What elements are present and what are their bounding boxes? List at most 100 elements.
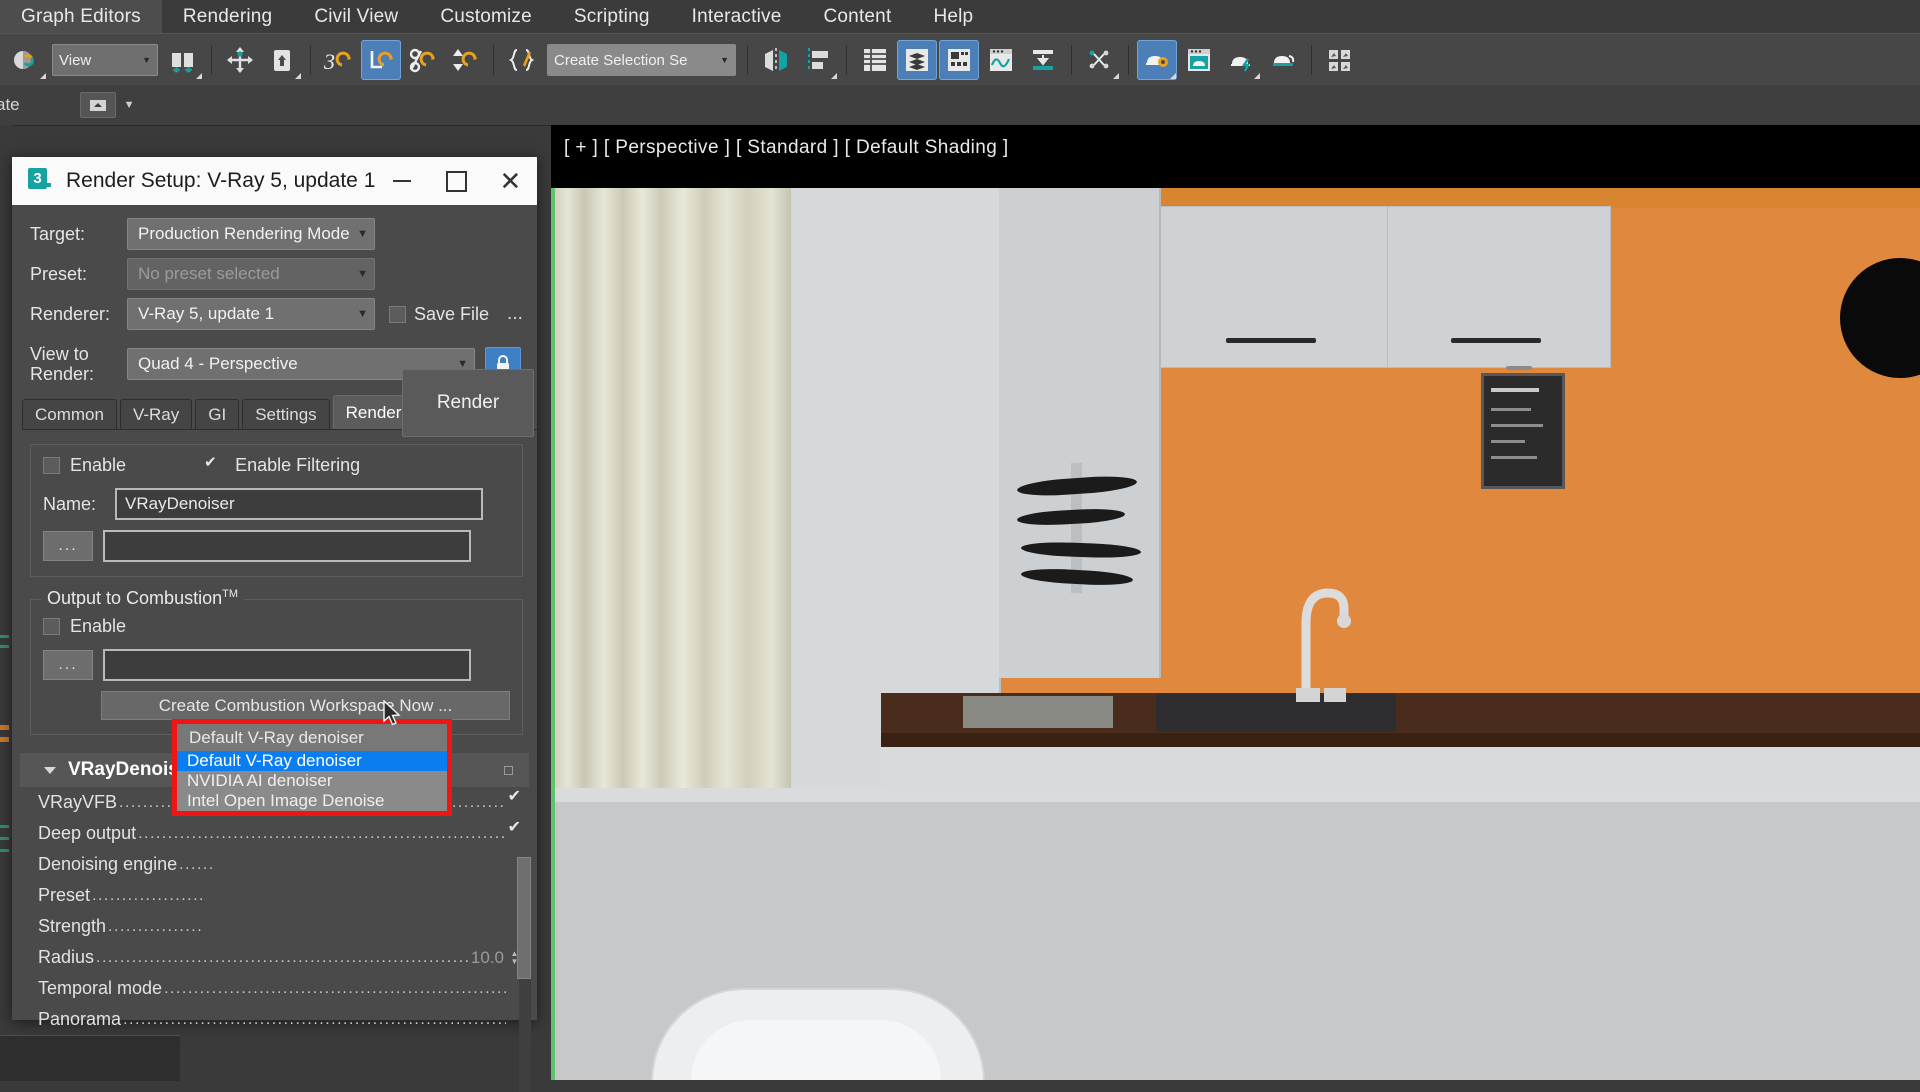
create-combustion-workspace-button[interactable]: Create Combustion Workspace Now ... [101,691,510,720]
menu-item-scripting[interactable]: Scripting [553,0,671,33]
render-setup-dialog: 3 Render Setup: V-Ray 5, update 1 ✕ Targ… [12,157,537,1020]
combustion-path-input[interactable] [103,649,471,681]
tab-vray[interactable]: V-Ray [120,399,192,429]
ribbon-icon[interactable] [939,40,979,80]
chevron-down-icon: ▼ [357,228,368,240]
render-production-icon[interactable] [1263,40,1303,80]
percent-snap-icon[interactable] [403,40,443,80]
select-and-place-icon[interactable] [262,40,302,80]
tab-common[interactable]: Common [22,399,117,429]
open-asset-tracking-icon[interactable] [1320,40,1360,80]
enable-filtering-label: Enable Filtering [235,455,360,476]
param-row-strength[interactable]: Strength ................ [12,911,537,942]
view-to-render-label: View to Render: [30,344,127,384]
maximize-icon[interactable] [429,157,483,205]
menu-item-rendering[interactable]: Rendering [162,0,293,33]
target-dropdown[interactable]: Production Rendering Mode ▼ [127,218,375,250]
triangle-down-icon [44,767,56,774]
preset-dropdown[interactable]: No preset selected ▼ [127,258,375,290]
element-enable-checkbox[interactable] [43,457,60,474]
layer-explorer-icon[interactable] [855,40,895,80]
enable-filtering-checkbox[interactable] [204,458,219,473]
menu-item-interactive[interactable]: Interactive [671,0,803,33]
upper-cabinet-right [1387,206,1611,368]
perspective-viewport[interactable]: [ + ] [ Perspective ] [ Standard ] [ Def… [551,125,1920,1080]
select-and-scale-icon[interactable] [361,40,401,80]
cabinet-handle [1226,338,1316,343]
param-label: Temporal mode [38,978,162,999]
named-selection-sets-icon[interactable] [502,40,542,80]
element-path-input[interactable] [103,530,471,562]
tab-settings[interactable]: Settings [242,399,329,429]
element-name-input[interactable]: VRayDenoiser [115,488,483,520]
layer-dropdown-icon[interactable] [80,92,116,118]
save-file-browse-button[interactable]: ... [507,303,523,325]
menu-item-graph-editors[interactable]: Graph Editors [0,0,162,33]
rendered-frame-window-icon[interactable] [1221,40,1261,80]
chevron-down-icon: ▼ [142,55,151,65]
material-editor-icon[interactable] [1137,40,1177,80]
dropdown-option-nvidia-ai-denoiser[interactable]: NVIDIA AI denoiser [177,771,447,791]
render-element-group: Enable Enable Filtering Name: VRayDenois… [30,444,523,577]
select-and-move-icon[interactable] [220,40,260,80]
particle-view-icon[interactable] [1080,40,1120,80]
element-browse-button[interactable]: ... [43,531,93,561]
param-row-radius[interactable]: Radius .................................… [12,942,537,973]
align-icon[interactable] [798,40,838,80]
svg-text:3: 3 [323,49,335,74]
combustion-group-label: Output to CombustionTM [41,588,244,609]
rollout-scrollbar-thumb[interactable] [517,857,531,979]
select-and-rotate-icon[interactable]: 3 [319,40,359,80]
menu-item-civil-view[interactable]: Civil View [293,0,419,33]
renderer-value: V-Ray 5, update 1 [138,304,353,324]
param-row-deep-output[interactable]: Deep output ............................… [12,818,537,849]
minimize-icon[interactable] [375,157,429,205]
param-row-panorama[interactable]: Panorama ...............................… [12,1004,537,1035]
tall-cabinet-upper [999,188,1161,678]
rollout-pin-icon[interactable] [504,766,513,775]
dropdown-current-value[interactable]: Default V-Ray denoiser [177,724,447,751]
render-setup-icon[interactable] [1179,40,1219,80]
menu-item-content[interactable]: Content [802,0,912,33]
dropdown-option-intel-open-image-denoise[interactable]: Intel Open Image Denoise [177,791,447,811]
param-checkbox[interactable] [506,826,521,841]
denoising-engine-dropdown-open[interactable]: Default V-Ray denoiser Default V-Ray den… [172,719,452,816]
menu-item-help[interactable]: Help [912,0,994,33]
named-selection-set-dropdown[interactable]: Create Selection Se ▼ [547,44,736,76]
dropdown-option-default-vray-denoiser[interactable]: Default V-Ray denoiser [177,751,447,771]
combustion-enable-checkbox[interactable] [43,618,60,635]
viewport-label[interactable]: [ + ] [ Perspective ] [ Standard ] [ Def… [564,137,1009,159]
select-and-link-icon[interactable] [7,40,47,80]
param-row-temporal-mode[interactable]: Temporal mode ..........................… [12,973,537,1004]
schematic-view-icon[interactable] [1023,40,1063,80]
countertop-edge [881,733,1920,747]
use-center-flyout-icon[interactable] [163,40,203,80]
scene-explorer-icon[interactable] [897,40,937,80]
menu-item-customize[interactable]: Customize [419,0,553,33]
combustion-enable-label: Enable [70,616,126,637]
render-button[interactable]: Render [402,369,534,437]
secondary-toolbar: ate ▼ [0,85,1920,126]
faucet [1266,543,1376,703]
param-row-denoising-engine[interactable]: Denoising engine ...... [12,849,537,880]
chevron-down-icon[interactable]: ▼ [124,99,135,111]
param-label: Strength [38,916,106,937]
angle-snap-icon[interactable] [445,40,485,80]
main-toolbar: View ▼ [0,33,1920,87]
reference-coordinate-system-dropdown[interactable]: View ▼ [52,44,158,76]
renderer-dropdown[interactable]: V-Ray 5, update 1 ▼ [127,298,375,330]
toolbar-divider [1311,45,1312,75]
param-checkbox[interactable] [506,795,521,810]
tab-gi[interactable]: GI [195,399,239,429]
curve-editor-icon[interactable] [981,40,1021,80]
combustion-browse-button[interactable]: ... [43,650,93,680]
param-label: Denoising engine [38,854,177,875]
mirror-icon[interactable] [756,40,796,80]
close-icon[interactable]: ✕ [483,157,537,205]
toolbar-divider [1128,45,1129,75]
save-file-checkbox[interactable] [389,306,406,323]
dialog-title-bar[interactable]: 3 Render Setup: V-Ray 5, update 1 ✕ [12,157,537,205]
param-row-preset[interactable]: Preset ................... [12,880,537,911]
param-label: Radius [38,947,94,968]
toolbar-divider [846,45,847,75]
